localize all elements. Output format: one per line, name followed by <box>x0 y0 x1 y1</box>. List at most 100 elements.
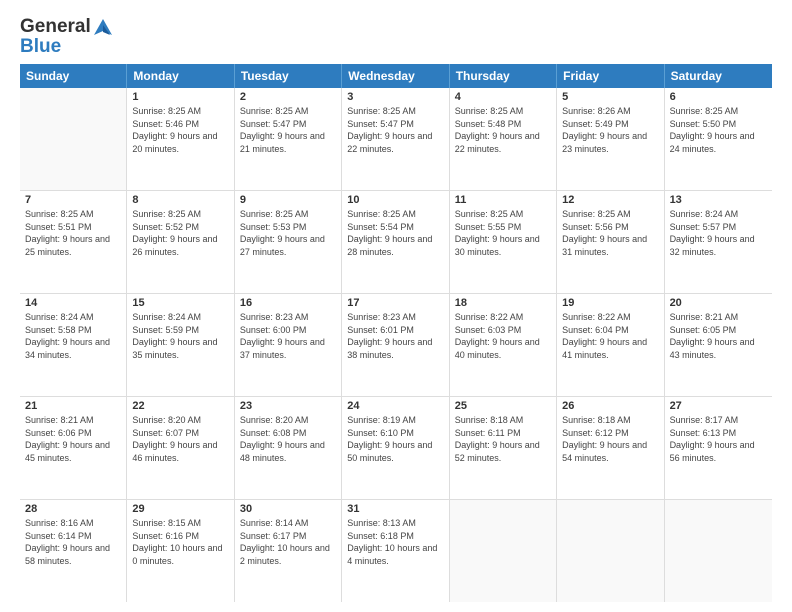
day-info: Sunrise: 8:25 AM Sunset: 5:55 PM Dayligh… <box>455 208 551 258</box>
day-cell-22: 22 Sunrise: 8:20 AM Sunset: 6:07 PM Dayli… <box>127 397 234 499</box>
day-info: Sunrise: 8:20 AM Sunset: 6:07 PM Dayligh… <box>132 414 228 464</box>
calendar-row-4: 21 Sunrise: 8:21 AM Sunset: 6:06 PM Dayli… <box>20 397 772 500</box>
day-number: 19 <box>562 297 658 309</box>
day-info: Sunrise: 8:25 AM Sunset: 5:54 PM Dayligh… <box>347 208 443 258</box>
day-info: Sunrise: 8:14 AM Sunset: 6:17 PM Dayligh… <box>240 517 336 567</box>
day-cell-30: 30 Sunrise: 8:14 AM Sunset: 6:17 PM Dayli… <box>235 500 342 602</box>
day-cell-14: 14 Sunrise: 8:24 AM Sunset: 5:58 PM Dayli… <box>20 294 127 396</box>
day-cell-26: 26Sunrise: 8:18 AM Sunset: 6:12 PM Dayli… <box>557 397 664 499</box>
calendar: SundayMondayTuesdayWednesdayThursdayFrid… <box>20 64 772 602</box>
day-info: Sunrise: 8:13 AM Sunset: 6:18 PM Dayligh… <box>347 517 443 567</box>
calendar-header: SundayMondayTuesdayWednesdayThursdayFrid… <box>20 64 772 88</box>
day-info: Sunrise: 8:17 AM Sunset: 6:13 PM Dayligh… <box>670 414 767 464</box>
day-number: 24 <box>347 400 443 412</box>
day-number: 28 <box>25 503 121 515</box>
day-info: Sunrise: 8:23 AM Sunset: 6:01 PM Dayligh… <box>347 311 443 361</box>
weekday-header-sunday: Sunday <box>20 64 127 88</box>
day-cell-12: 12 Sunrise: 8:25 AM Sunset: 5:56 PM Dayli… <box>557 191 664 293</box>
day-cell-13: 13 Sunrise: 8:24 AM Sunset: 5:57 PM Dayli… <box>665 191 772 293</box>
calendar-body: 1 Sunrise: 8:25 AM Sunset: 5:46 PM Daylig… <box>20 88 772 602</box>
day-number: 3 <box>347 91 443 103</box>
day-cell-5: 5Sunrise: 8:26 AM Sunset: 5:49 PM Daylig… <box>557 88 664 190</box>
day-info: Sunrise: 8:24 AM Sunset: 5:58 PM Dayligh… <box>25 311 121 361</box>
day-info: Sunrise: 8:25 AM Sunset: 5:52 PM Dayligh… <box>132 208 228 258</box>
day-info: Sunrise: 8:25 AM Sunset: 5:53 PM Dayligh… <box>240 208 336 258</box>
day-info: Sunrise: 8:24 AM Sunset: 5:59 PM Dayligh… <box>132 311 228 361</box>
logo-general: General <box>20 16 91 38</box>
day-info: Sunrise: 8:25 AM Sunset: 5:48 PM Dayligh… <box>455 105 551 155</box>
day-cell-19: 19Sunrise: 8:22 AM Sunset: 6:04 PM Dayli… <box>557 294 664 396</box>
day-cell-18: 18Sunrise: 8:22 AM Sunset: 6:03 PM Dayli… <box>450 294 557 396</box>
calendar-row-3: 14 Sunrise: 8:24 AM Sunset: 5:58 PM Dayli… <box>20 294 772 397</box>
logo-blue-text: Blue <box>20 36 61 58</box>
day-cell-31: 31 Sunrise: 8:13 AM Sunset: 6:18 PM Dayli… <box>342 500 449 602</box>
day-number: 8 <box>132 194 228 206</box>
day-number: 1 <box>132 91 228 103</box>
day-info: Sunrise: 8:25 AM Sunset: 5:56 PM Dayligh… <box>562 208 658 258</box>
day-number: 9 <box>240 194 336 206</box>
day-info: Sunrise: 8:23 AM Sunset: 6:00 PM Dayligh… <box>240 311 336 361</box>
calendar-row-1: 1 Sunrise: 8:25 AM Sunset: 5:46 PM Daylig… <box>20 88 772 191</box>
day-number: 6 <box>670 91 767 103</box>
day-number: 7 <box>25 194 121 206</box>
day-number: 18 <box>455 297 551 309</box>
day-number: 15 <box>132 297 228 309</box>
day-info: Sunrise: 8:25 AM Sunset: 5:47 PM Dayligh… <box>240 105 336 155</box>
day-cell-16: 16 Sunrise: 8:23 AM Sunset: 6:00 PM Dayli… <box>235 294 342 396</box>
day-number: 12 <box>562 194 658 206</box>
day-info: Sunrise: 8:21 AM Sunset: 6:06 PM Dayligh… <box>25 414 121 464</box>
page: General Blue SundayMondayTuesdayWednesda… <box>0 0 792 612</box>
day-number: 13 <box>670 194 767 206</box>
day-number: 17 <box>347 297 443 309</box>
day-number: 29 <box>132 503 228 515</box>
day-info: Sunrise: 8:21 AM Sunset: 6:05 PM Dayligh… <box>670 311 767 361</box>
logo: General Blue <box>20 16 115 58</box>
empty-cell <box>665 500 772 602</box>
day-number: 25 <box>455 400 551 412</box>
day-cell-24: 24 Sunrise: 8:19 AM Sunset: 6:10 PM Dayli… <box>342 397 449 499</box>
header: General Blue <box>20 16 772 58</box>
day-cell-8: 8 Sunrise: 8:25 AM Sunset: 5:52 PM Daylig… <box>127 191 234 293</box>
day-cell-27: 27Sunrise: 8:17 AM Sunset: 6:13 PM Dayli… <box>665 397 772 499</box>
day-info: Sunrise: 8:25 AM Sunset: 5:50 PM Dayligh… <box>670 105 767 155</box>
weekday-header-friday: Friday <box>557 64 664 88</box>
day-number: 21 <box>25 400 121 412</box>
day-cell-21: 21 Sunrise: 8:21 AM Sunset: 6:06 PM Dayli… <box>20 397 127 499</box>
day-number: 22 <box>132 400 228 412</box>
weekday-header-thursday: Thursday <box>450 64 557 88</box>
day-info: Sunrise: 8:26 AM Sunset: 5:49 PM Dayligh… <box>562 105 658 155</box>
day-number: 30 <box>240 503 336 515</box>
day-info: Sunrise: 8:20 AM Sunset: 6:08 PM Dayligh… <box>240 414 336 464</box>
day-number: 4 <box>455 91 551 103</box>
calendar-row-5: 28 Sunrise: 8:16 AM Sunset: 6:14 PM Dayli… <box>20 500 772 602</box>
day-info: Sunrise: 8:25 AM Sunset: 5:47 PM Dayligh… <box>347 105 443 155</box>
day-number: 31 <box>347 503 443 515</box>
day-cell-20: 20Sunrise: 8:21 AM Sunset: 6:05 PM Dayli… <box>665 294 772 396</box>
day-cell-7: 7 Sunrise: 8:25 AM Sunset: 5:51 PM Daylig… <box>20 191 127 293</box>
weekday-header-tuesday: Tuesday <box>235 64 342 88</box>
day-number: 23 <box>240 400 336 412</box>
calendar-row-2: 7 Sunrise: 8:25 AM Sunset: 5:51 PM Daylig… <box>20 191 772 294</box>
day-number: 16 <box>240 297 336 309</box>
empty-cell <box>20 88 127 190</box>
day-cell-10: 10Sunrise: 8:25 AM Sunset: 5:54 PM Dayli… <box>342 191 449 293</box>
day-number: 11 <box>455 194 551 206</box>
day-cell-15: 15 Sunrise: 8:24 AM Sunset: 5:59 PM Dayli… <box>127 294 234 396</box>
day-cell-17: 17 Sunrise: 8:23 AM Sunset: 6:01 PM Dayli… <box>342 294 449 396</box>
day-info: Sunrise: 8:24 AM Sunset: 5:57 PM Dayligh… <box>670 208 767 258</box>
day-info: Sunrise: 8:25 AM Sunset: 5:46 PM Dayligh… <box>132 105 228 155</box>
day-number: 26 <box>562 400 658 412</box>
empty-cell <box>557 500 664 602</box>
day-info: Sunrise: 8:25 AM Sunset: 5:51 PM Dayligh… <box>25 208 121 258</box>
day-cell-4: 4 Sunrise: 8:25 AM Sunset: 5:48 PM Daylig… <box>450 88 557 190</box>
day-cell-3: 3 Sunrise: 8:25 AM Sunset: 5:47 PM Daylig… <box>342 88 449 190</box>
day-cell-1: 1 Sunrise: 8:25 AM Sunset: 5:46 PM Daylig… <box>127 88 234 190</box>
weekday-header-wednesday: Wednesday <box>342 64 449 88</box>
day-info: Sunrise: 8:18 AM Sunset: 6:11 PM Dayligh… <box>455 414 551 464</box>
day-cell-25: 25 Sunrise: 8:18 AM Sunset: 6:11 PM Dayli… <box>450 397 557 499</box>
day-cell-28: 28 Sunrise: 8:16 AM Sunset: 6:14 PM Dayli… <box>20 500 127 602</box>
day-info: Sunrise: 8:16 AM Sunset: 6:14 PM Dayligh… <box>25 517 121 567</box>
day-info: Sunrise: 8:19 AM Sunset: 6:10 PM Dayligh… <box>347 414 443 464</box>
day-number: 14 <box>25 297 121 309</box>
day-cell-6: 6 Sunrise: 8:25 AM Sunset: 5:50 PM Daylig… <box>665 88 772 190</box>
